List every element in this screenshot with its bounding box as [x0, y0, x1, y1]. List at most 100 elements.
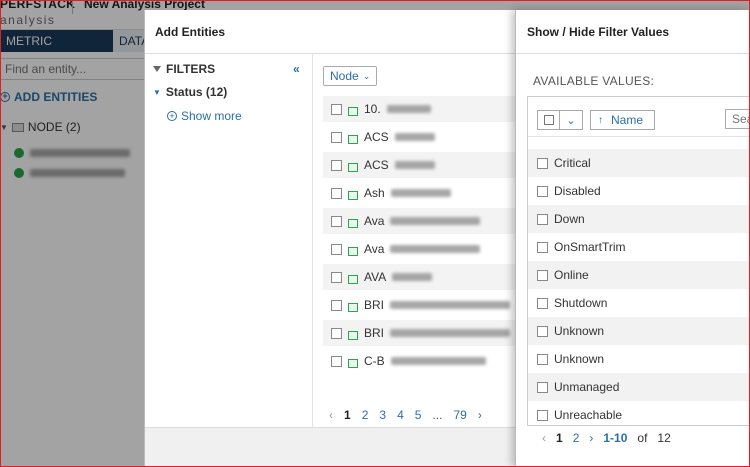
pager-page[interactable]: 5	[415, 408, 422, 422]
redacted-text	[394, 161, 435, 169]
filter-value-row[interactable]: Online	[528, 261, 750, 289]
value-checkbox[interactable]	[537, 381, 548, 393]
value-label: Online	[554, 268, 589, 282]
modal-title: Add Entities	[155, 25, 226, 39]
filter-values-popup: Show / Hide Filter Values AVAILABLE VALU…	[515, 10, 750, 467]
sort-by-name-button[interactable]: ↑ Name	[590, 110, 655, 130]
entity-name: Ava	[364, 242, 385, 256]
entity-row[interactable]: AVA	[323, 264, 519, 290]
node-status-icon	[348, 163, 358, 172]
entity-checkbox[interactable]	[331, 103, 342, 115]
pager-page-last[interactable]: 79	[453, 408, 466, 422]
node-status-icon	[348, 303, 358, 312]
entity-checkbox[interactable]	[331, 299, 342, 311]
popup-title: Show / Hide Filter Values	[527, 25, 670, 39]
entity-type-select[interactable]: Node ⌄	[323, 66, 378, 86]
pager-page[interactable]: 4	[397, 408, 404, 422]
value-checkbox[interactable]	[537, 409, 548, 421]
pager-page[interactable]: 2	[573, 431, 580, 445]
value-label: Unknown	[554, 352, 605, 366]
value-checkbox[interactable]	[537, 157, 548, 169]
filter-value-row[interactable]: Down	[528, 205, 750, 233]
entity-type-value: Node	[330, 69, 359, 83]
collapse-filters-icon[interactable]: «	[293, 62, 300, 76]
value-label: Disabled	[554, 184, 601, 198]
pager-prev-icon[interactable]: ‹	[329, 408, 333, 422]
entity-name: ACS	[364, 130, 389, 144]
filter-value-row[interactable]: Unknown	[528, 317, 750, 345]
select-all-checkbox[interactable]	[538, 111, 560, 129]
values-search-input[interactable]	[725, 109, 750, 129]
entity-name: BRI	[364, 298, 385, 312]
filter-value-row[interactable]: Unreachable	[528, 401, 750, 429]
entity-checkbox[interactable]	[331, 355, 342, 367]
filter-value-row[interactable]: Shutdown	[528, 289, 750, 317]
show-more-label: Show more	[181, 109, 242, 123]
entity-checkbox[interactable]	[331, 327, 342, 339]
redacted-text	[390, 189, 451, 197]
filter-value-row[interactable]: Critical	[528, 149, 750, 177]
value-checkbox[interactable]	[537, 297, 548, 309]
redacted-text	[390, 329, 511, 337]
redacted-text	[390, 245, 481, 253]
entity-row[interactable]: Ash	[323, 180, 519, 206]
entity-row[interactable]: C-B	[323, 348, 519, 374]
select-all-control[interactable]: ⌄	[537, 110, 583, 130]
value-checkbox[interactable]	[537, 185, 548, 197]
pager-page[interactable]: 1	[556, 431, 563, 445]
entity-checkbox[interactable]	[331, 271, 342, 283]
entity-row[interactable]: BRI	[323, 320, 519, 346]
entity-row[interactable]: Ava	[323, 208, 519, 234]
entity-row[interactable]: ACS	[323, 124, 519, 150]
node-status-icon	[348, 331, 358, 340]
filter-value-row[interactable]: Disabled	[528, 177, 750, 205]
sort-label: Name	[611, 113, 644, 127]
entity-row[interactable]: Ava	[323, 236, 519, 262]
entity-checkbox[interactable]	[331, 215, 342, 227]
pager-prev-icon[interactable]: ‹	[542, 431, 546, 445]
entity-row[interactable]: BRI	[323, 292, 519, 318]
entity-checkbox[interactable]	[331, 159, 342, 171]
value-checkbox[interactable]	[537, 325, 548, 337]
entity-checkbox[interactable]	[331, 243, 342, 255]
entity-row[interactable]: 10.	[323, 96, 519, 122]
value-checkbox[interactable]	[537, 213, 548, 225]
arrow-up-icon: ↑	[598, 114, 603, 126]
entity-row[interactable]: ACS	[323, 152, 519, 178]
pager-of: of	[637, 431, 648, 445]
chevron-down-icon[interactable]: ⌄	[560, 111, 582, 129]
value-label: Unreachable	[554, 408, 623, 422]
values-toolbar: ⌄ ↑ Name	[528, 97, 750, 137]
node-status-icon	[348, 107, 358, 116]
status-filter-toggle[interactable]: ▼ Status (12)	[153, 85, 227, 99]
node-status-icon	[348, 359, 358, 368]
node-status-icon	[348, 275, 358, 284]
value-checkbox[interactable]	[537, 269, 548, 281]
value-label: Down	[554, 212, 585, 226]
filter-value-row[interactable]: Unknown	[528, 345, 750, 373]
filters-pane: FILTERS « ▼ Status (12) + Show more	[145, 54, 313, 427]
entity-checkbox[interactable]	[331, 187, 342, 199]
value-checkbox[interactable]	[537, 241, 548, 253]
value-checkbox[interactable]	[537, 353, 548, 365]
available-values-label: AVAILABLE VALUES:	[533, 74, 655, 88]
entity-checkbox[interactable]	[331, 131, 342, 143]
pager-range: 1-10	[603, 431, 628, 445]
value-label: Shutdown	[554, 296, 608, 310]
status-filter-label: Status (12)	[165, 85, 228, 99]
entity-name: BRI	[364, 326, 385, 340]
node-status-icon	[348, 247, 358, 256]
show-more-link[interactable]: + Show more	[167, 109, 242, 123]
plus-circle-icon: +	[167, 111, 177, 121]
value-label: Critical	[554, 156, 591, 170]
pager-page[interactable]: 2	[362, 408, 369, 422]
value-label: Unmanaged	[554, 380, 620, 394]
pager-next-icon[interactable]: ›	[589, 431, 593, 445]
redacted-text	[390, 301, 511, 309]
filter-value-row[interactable]: Unmanaged	[528, 373, 750, 401]
filter-value-row[interactable]: OnSmartTrim	[528, 233, 750, 261]
values-list: ⌄ ↑ Name Critical Disabled Down OnSmartT…	[527, 96, 750, 426]
pager-next-icon[interactable]: ›	[478, 408, 482, 422]
pager-page[interactable]: 3	[379, 408, 386, 422]
pager-page[interactable]: 1	[344, 408, 351, 422]
